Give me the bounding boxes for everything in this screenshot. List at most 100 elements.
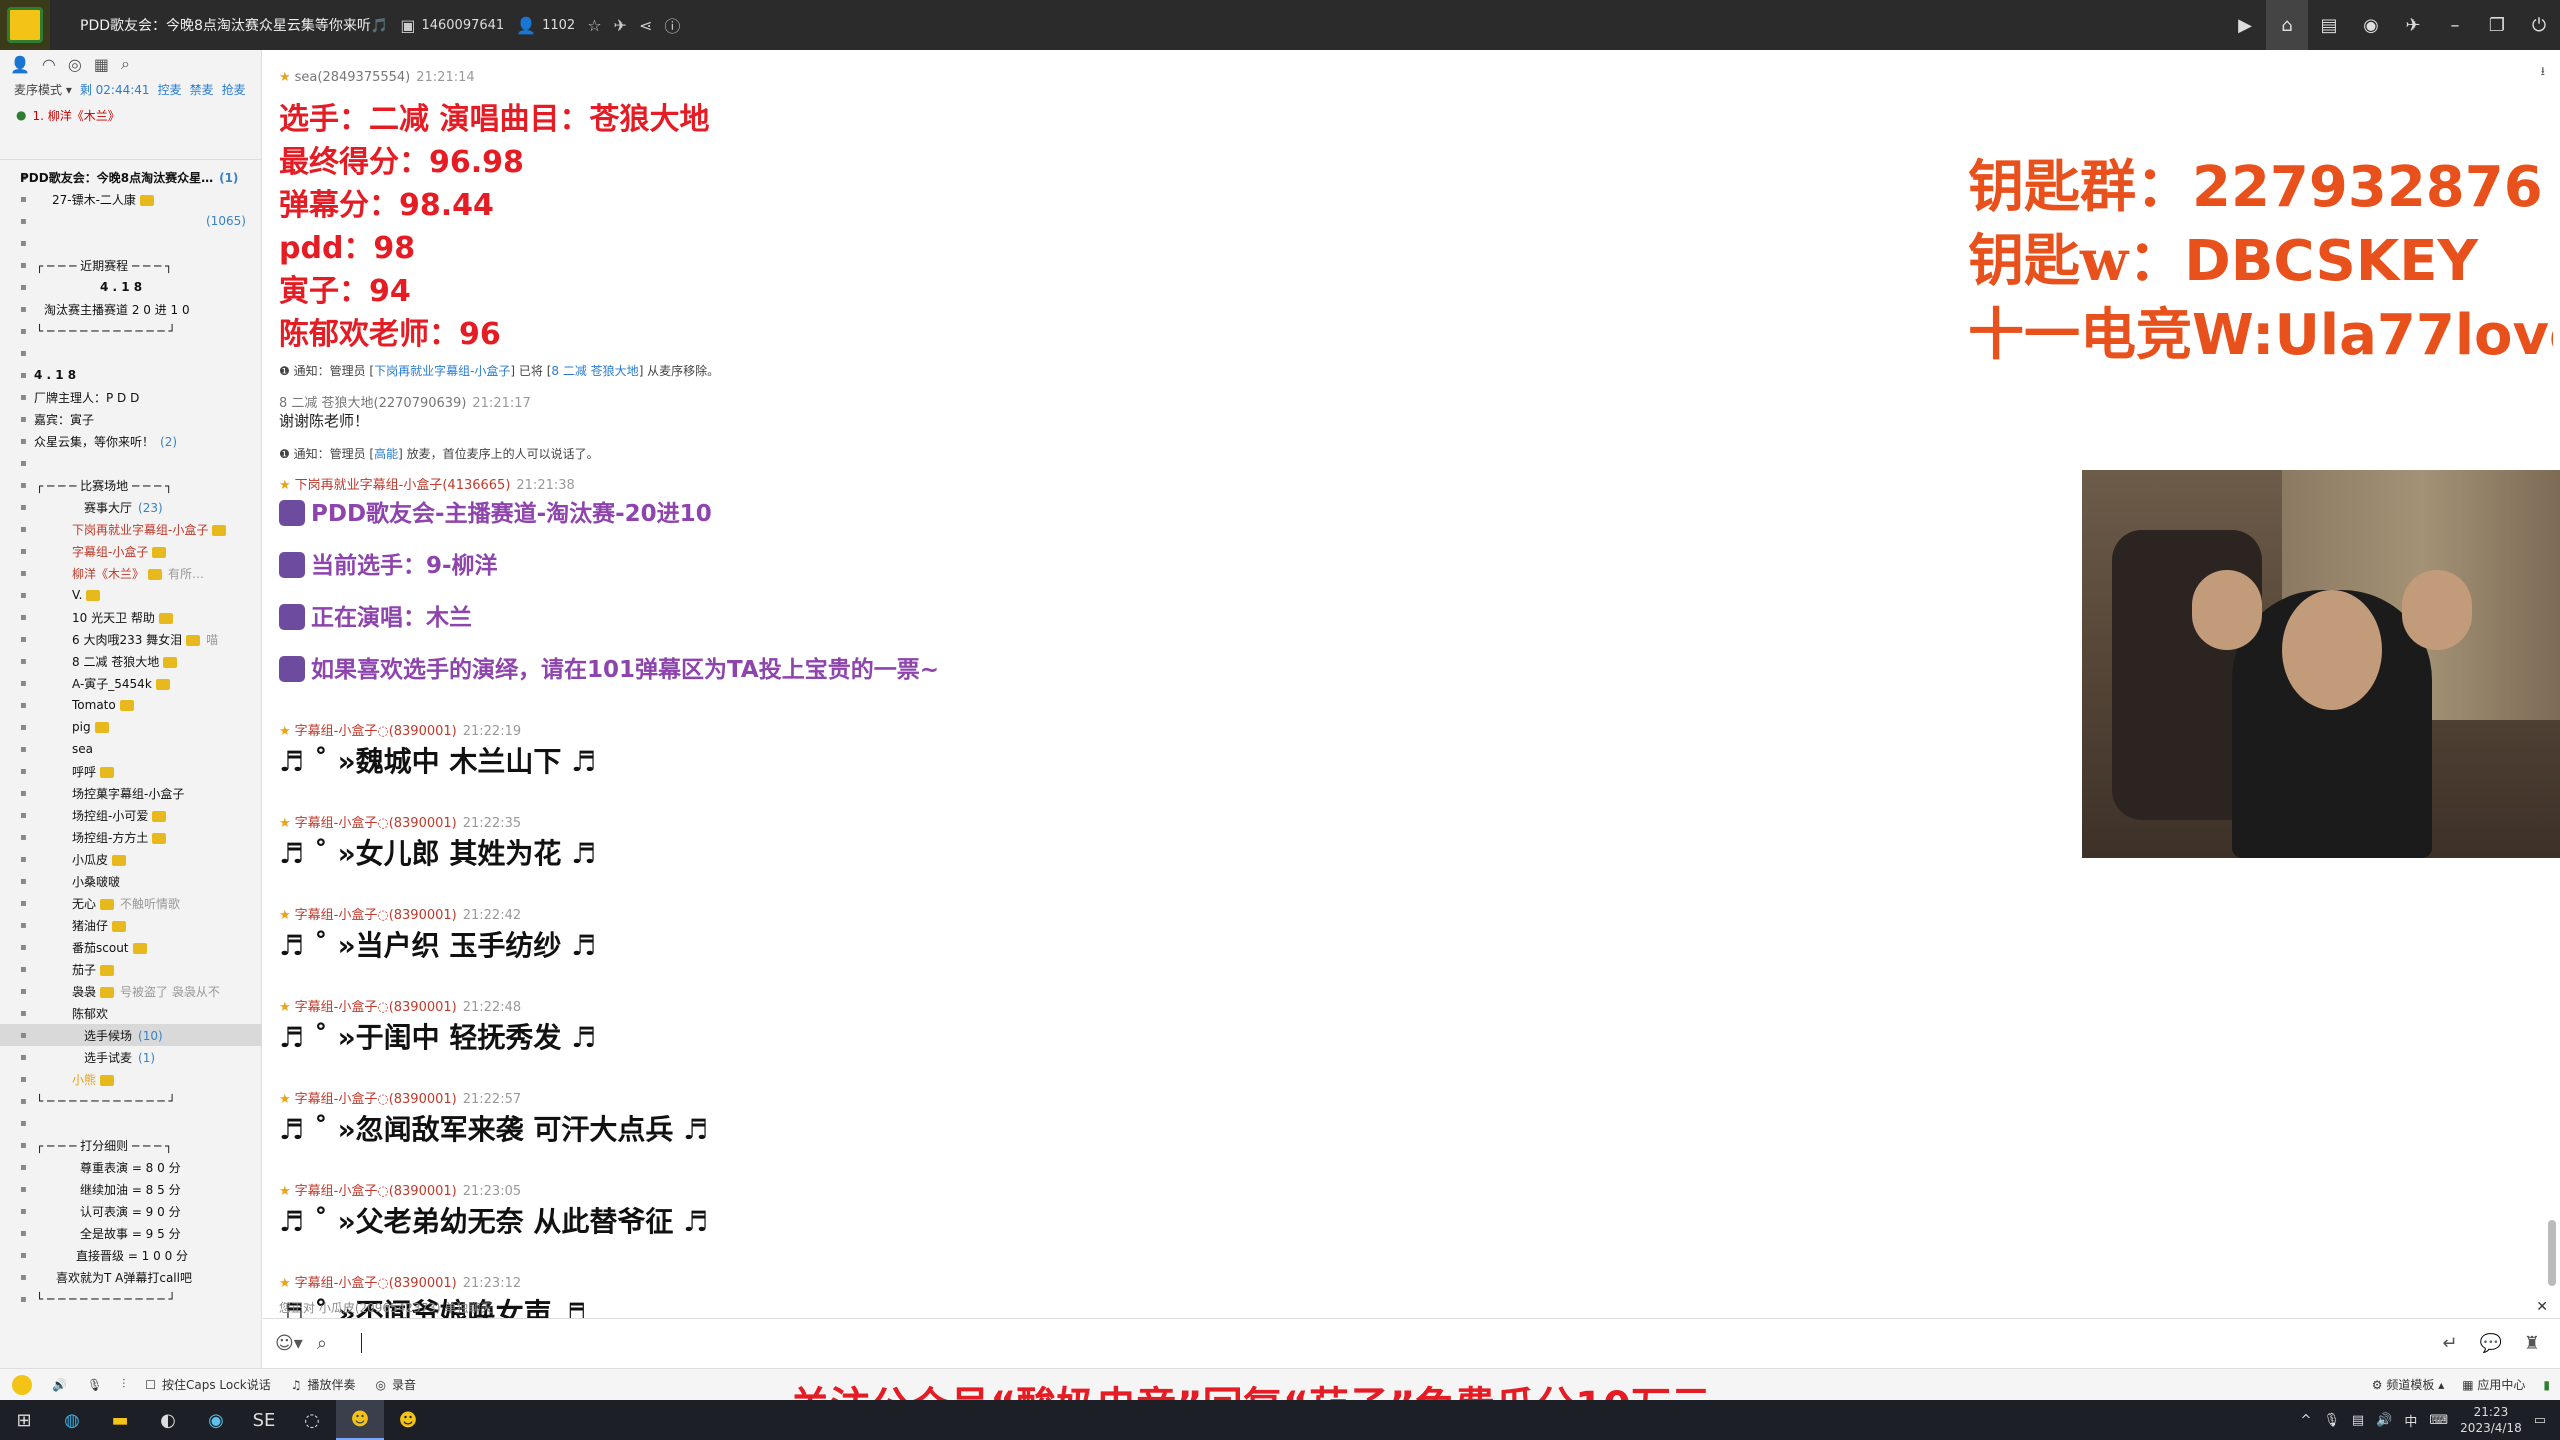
channel-tree-item[interactable]: ▪ 4 . 1 8	[0, 364, 261, 386]
emoji-icon[interactable]: ☺▾	[275, 1333, 303, 1354]
yy-app-icon[interactable]: ☻	[336, 1400, 384, 1440]
channel-tree-item[interactable]: ▪ 柳洋《木兰》 有所…	[0, 562, 261, 584]
app-logo[interactable]	[0, 0, 50, 50]
app-icon[interactable]: ◉	[192, 1400, 240, 1440]
ban-mic-link[interactable]: 禁麦	[190, 81, 214, 98]
channel-tree-item[interactable]: ▪ 喜欢就为T A弹幕打call吧	[0, 1266, 261, 1288]
sender-name[interactable]: 字幕组-小盒子◌(8390001)	[295, 1276, 457, 1291]
video-icon[interactable]: ▶	[2224, 0, 2266, 50]
caps-lock-talk-toggle[interactable]: ☐ 按住Caps Lock说话	[145, 1376, 271, 1393]
calendar-icon[interactable]: ▤	[2308, 0, 2350, 50]
channel-tree-item[interactable]: ▪ Tomato	[0, 694, 261, 716]
scroll-to-bottom-icon[interactable]: ⭳	[2541, 62, 2545, 83]
channel-tree-item[interactable]: ▪ ┌ ─ ─ ─ 打分细则 ─ ─ ─ ┐	[0, 1134, 261, 1156]
channel-tree-item[interactable]: ▪ 袅袅 号被盗了 袅袅从不	[0, 980, 261, 1002]
start-icon[interactable]: ⊞	[0, 1400, 48, 1440]
gift-icon[interactable]: ♜	[2524, 1333, 2540, 1354]
chat-scrollbar[interactable]	[2548, 1220, 2556, 1286]
sender-name[interactable]: 字幕组-小盒子◌(8390001)	[295, 1000, 457, 1015]
channel-tree-item[interactable]: ▪ 直接晋级 = 1 0 0 分	[0, 1244, 261, 1266]
channel-tree-item[interactable]: ▪ 无心 不触听情歌	[0, 892, 261, 914]
channel-tree-item[interactable]: ▪ 小桑啵啵	[0, 870, 261, 892]
user-icon[interactable]: 👤	[10, 55, 30, 74]
notes-icon[interactable]: ▦	[94, 55, 109, 74]
location-icon[interactable]: ◎	[68, 55, 82, 74]
channel-tree-item[interactable]: ▪ └ ─ ─ ─ ─ ─ ─ ─ ─ ─ ─ ─ ┘	[0, 320, 261, 342]
channel-tree-item[interactable]: ▪ (1065)	[0, 210, 261, 232]
channel-tree-item[interactable]: ▪ PDD歌友会：今晚8点淘汰赛众星… (1)	[0, 166, 261, 188]
notice-admin-link[interactable]: 高能	[374, 447, 398, 461]
search-icon[interactable]: ⌕	[121, 54, 130, 74]
notice-admin-link[interactable]: 下岗再就业字幕组-小盒子	[374, 364, 510, 378]
app-icon[interactable]: ◌	[288, 1400, 336, 1440]
share-icon[interactable]: ⋖	[639, 16, 652, 35]
volume-icon[interactable]: 🔊	[2376, 1413, 2392, 1428]
yy-app-icon[interactable]: ☻	[384, 1400, 432, 1440]
sender-name[interactable]: sea(2849375554)	[295, 70, 411, 85]
channel-tree-item[interactable]: ▪ 场控组-小可爱	[0, 804, 261, 826]
send-icon[interactable]: ↵	[2442, 1333, 2457, 1354]
pin-icon[interactable]: ✈	[2392, 0, 2434, 50]
channel-tree-item[interactable]: ▪ 认可表演 = 9 0 分	[0, 1200, 261, 1222]
sender-name[interactable]: 字幕组-小盒子◌(8390001)	[295, 1092, 457, 1107]
sender-name[interactable]: 字幕组-小盒子◌(8390001)	[295, 1184, 457, 1199]
channel-tree-item[interactable]: ▪ 陈郁欢	[0, 1002, 261, 1024]
microphone-icon[interactable]: 🎙	[2323, 1413, 2340, 1428]
channel-tree-item[interactable]: ▪ 6 大肉哦233 舞女泪喵	[0, 628, 261, 650]
template-button[interactable]: ⚙ 频道模板 ▴	[2372, 1376, 2444, 1393]
channel-tree-item[interactable]: ▪ 番茄scout	[0, 936, 261, 958]
channel-tree-item[interactable]: ▪ ┌ ─ ─ ─ 近期赛程 ─ ─ ─ ┐	[0, 254, 261, 276]
channel-tree-item[interactable]: ▪ 众星云集，等你来听！ (2)	[0, 430, 261, 452]
channel-tree-item[interactable]: ▪ 场控菓字幕组-小盒子	[0, 782, 261, 804]
channel-tree-item[interactable]: ▪ 尊重表演 = 8 0 分	[0, 1156, 261, 1178]
sender-name[interactable]: 下岗再就业字幕组-小盒子(4136665)	[295, 478, 511, 493]
channel-tree-item[interactable]: ▪ 茄子	[0, 958, 261, 980]
channel-tree-item[interactable]: ▪ 下岗再就业字幕组-小盒子	[0, 518, 261, 540]
control-mic-link[interactable]: 控麦	[158, 81, 182, 98]
minimize-icon[interactable]: –	[2434, 0, 2476, 50]
clock[interactable]: 21:23 2023/4/18	[2460, 1404, 2522, 1436]
chevron-up-icon[interactable]: ^	[2300, 1413, 2311, 1428]
microphone-icon[interactable]: 🎙	[87, 1378, 102, 1392]
keyboard-icon[interactable]: ⌨	[2429, 1413, 2448, 1428]
channel-tree-item[interactable]: ▪ 小熊	[0, 1068, 261, 1090]
app-center-button[interactable]: ▦ 应用中心	[2462, 1376, 2525, 1393]
channel-tree-item[interactable]: ▪ pig	[0, 716, 261, 738]
favorite-star-icon[interactable]: ☆	[587, 16, 601, 35]
mic-queue-item[interactable]: ● 1. 柳洋《木兰》	[0, 100, 261, 130]
channel-tree-item[interactable]: ▪ 字幕组-小盒子	[0, 540, 261, 562]
mic-mode-select[interactable]: 麦序模式 ▾	[14, 81, 72, 98]
channel-tree-item[interactable]: ▪ 赛事大厅 (23)	[0, 496, 261, 518]
grab-mic-link[interactable]: 抢麦	[222, 81, 246, 98]
chat-input-caret[interactable]	[361, 1333, 362, 1353]
sender-name[interactable]: 字幕组-小盒子◌(8390001)	[295, 816, 457, 831]
sender-name[interactable]: 8 二减 苍狼大地(2270790639)	[279, 396, 466, 411]
accompany-button[interactable]: ♫ 播放伴奏	[291, 1376, 356, 1393]
sender-name[interactable]: 字幕组-小盒子◌(8390001)	[295, 724, 457, 739]
notice-target-link[interactable]: 8 二减 苍狼大地	[551, 364, 638, 378]
speaker-icon[interactable]: 🔊	[52, 1378, 67, 1392]
channel-tree-item[interactable]: ▪ 嘉宾：寅子	[0, 408, 261, 430]
channel-tree-item[interactable]: ▪ 8 二减 苍狼大地	[0, 650, 261, 672]
power-icon[interactable]: ⏻	[2518, 0, 2560, 50]
steam-icon[interactable]: ◐	[144, 1400, 192, 1440]
channel-tree-item[interactable]: ▪ 10 光天卫 帮助	[0, 606, 261, 628]
channel-tree-item[interactable]: ▪ 小瓜皮	[0, 848, 261, 870]
screenshot-icon[interactable]: ⌕	[317, 1333, 327, 1354]
channel-tree-item[interactable]: ▪	[0, 342, 261, 364]
record-button[interactable]: ◎ 录音	[376, 1376, 417, 1393]
channel-tree-item[interactable]: ▪ ┌ ─ ─ ─ 比赛场地 ─ ─ ─ ┐	[0, 474, 261, 496]
chat-bubble-icon[interactable]: 💬	[2479, 1333, 2501, 1354]
channel-tree-item[interactable]: ▪ 27-镖木-二人康	[0, 188, 261, 210]
channel-tree-item[interactable]: ▪ 4 . 1 8	[0, 276, 261, 298]
avatar[interactable]	[12, 1374, 32, 1395]
channel-tree-item[interactable]: ▪ 选手候场 (10)	[0, 1024, 261, 1046]
channel-tree-item[interactable]: ▪ 呼呼	[0, 760, 261, 782]
app-icon[interactable]: SE	[240, 1400, 288, 1440]
channel-tree-item[interactable]: ▪ 厂牌主理人：P D D	[0, 386, 261, 408]
notification-icon[interactable]: ▭	[2534, 1413, 2546, 1428]
mixer-icon[interactable]: ⫶	[122, 1377, 125, 1392]
ime-indicator[interactable]: 中	[2404, 1411, 2417, 1430]
sender-name[interactable]: 字幕组-小盒子◌(8390001)	[295, 908, 457, 923]
gamepad-icon[interactable]: ◉	[2350, 0, 2392, 50]
